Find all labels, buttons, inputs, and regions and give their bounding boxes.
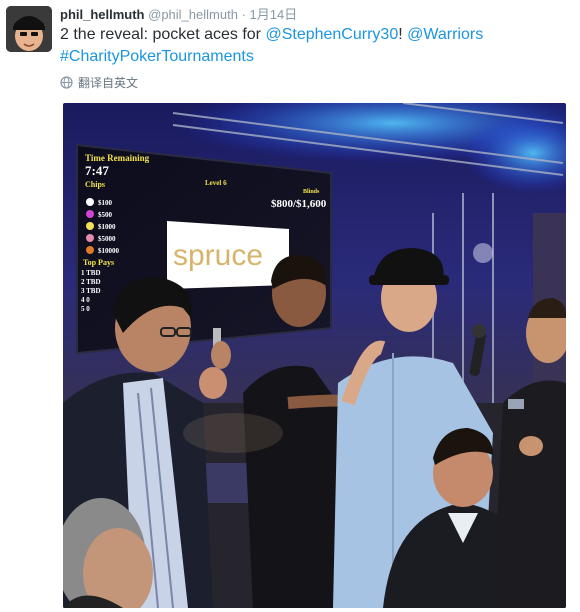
chip-value: $10000 bbox=[98, 247, 120, 255]
hashtag-link[interactable]: #CharityPokerTournaments bbox=[60, 48, 254, 65]
pay-row: 3 TBD bbox=[81, 287, 101, 295]
translate-tweet[interactable]: 翻译自英文 bbox=[60, 74, 138, 91]
chip-value: $100 bbox=[98, 199, 113, 207]
avatar[interactable] bbox=[6, 6, 52, 52]
pay-row: 5 0 bbox=[81, 305, 90, 313]
sponsor-logo: spruce bbox=[173, 239, 263, 272]
pay-row: 4 0 bbox=[81, 296, 90, 304]
display-name[interactable]: phil_hellmuth bbox=[60, 7, 145, 22]
chips-label: Chips bbox=[85, 180, 105, 189]
event-photo: Time Remaining 7:47 Level 6 Blinds $800/… bbox=[63, 103, 566, 608]
chip-value: $5000 bbox=[98, 235, 116, 243]
mention-link[interactable]: @StephenCurry30 bbox=[265, 26, 398, 43]
pay-row: 2 TBD bbox=[81, 278, 101, 286]
header-separator: · bbox=[241, 7, 246, 22]
chip-value: $500 bbox=[98, 211, 113, 219]
level-label: Level 6 bbox=[205, 179, 227, 187]
tweet-date[interactable]: 1月14日 bbox=[250, 7, 298, 22]
tweet-text-sep: ! bbox=[398, 26, 408, 43]
avatar-image bbox=[6, 6, 52, 52]
time-value: 7:47 bbox=[85, 163, 109, 178]
top-pays-label: Top Pays bbox=[83, 258, 114, 267]
tweet-text-plain: 2 the reveal: pocket aces for bbox=[60, 26, 266, 43]
chip-value: $1000 bbox=[98, 223, 116, 231]
time-remaining-label: Time Remaining bbox=[85, 153, 150, 163]
tweet-text: 2 the reveal: pocket aces for @StephenCu… bbox=[60, 24, 560, 68]
blinds-label: Blinds bbox=[303, 189, 320, 195]
pay-row: 1 TBD bbox=[81, 269, 101, 277]
mention-link[interactable]: @Warriors bbox=[407, 26, 483, 43]
blinds-value: $800/$1,600 bbox=[271, 198, 327, 210]
globe-icon bbox=[60, 76, 73, 89]
tweet-photo[interactable]: Time Remaining 7:47 Level 6 Blinds $800/… bbox=[63, 103, 566, 608]
tweet-header: phil_hellmuth @phil_hellmuth · 1月14日 bbox=[60, 6, 572, 24]
translate-label: 翻译自英文 bbox=[78, 76, 139, 90]
user-handle[interactable]: @phil_hellmuth bbox=[148, 7, 238, 22]
